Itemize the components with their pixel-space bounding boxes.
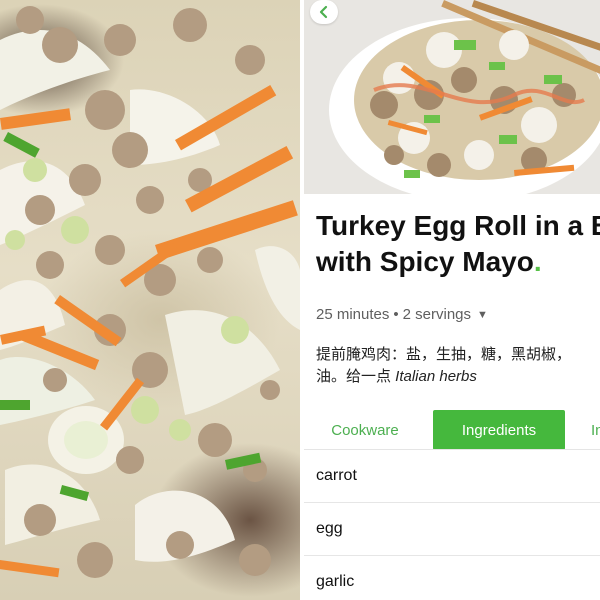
recipe-note-line2: 油。给一点: [316, 368, 396, 385]
tab-instructions[interactable]: In: [591, 410, 600, 450]
caret-down-icon: ▼: [477, 308, 488, 321]
food-photo-left: [0, 0, 300, 600]
back-button[interactable]: [310, 0, 338, 24]
ingredients-list: carrot egg garlic: [304, 450, 600, 600]
food-photo-illustration: [0, 6, 300, 578]
ingredient-row[interactable]: garlic: [304, 556, 600, 600]
bowl-illustration: [304, 0, 600, 194]
recipe-note: 提前腌鸡肉：盐，生抽，糖，黑胡椒， 油。给一点 Italian herbs: [316, 344, 600, 388]
recipe-tabs: Cookware Ingredients In: [304, 410, 600, 450]
ingredient-row[interactable]: carrot: [304, 450, 600, 503]
recipe-title-line1: Turkey Egg Roll in a B: [316, 210, 600, 241]
title-dot: .: [533, 246, 542, 277]
recipe-title: Turkey Egg Roll in a B with Spicy Mayo.: [316, 208, 600, 280]
recipe-note-italic: Italian herbs: [395, 368, 477, 385]
recipe-title-line2: with Spicy Mayo: [316, 246, 534, 277]
meta-separator: •: [393, 306, 399, 323]
ingredient-row[interactable]: egg: [304, 503, 600, 556]
servings-selector[interactable]: 2 servings: [403, 306, 471, 323]
cook-time: 25 minutes: [316, 306, 390, 323]
tab-cookware[interactable]: Cookware: [304, 410, 426, 450]
recipe-hero-image: [304, 0, 600, 194]
recipe-note-line1: 提前腌鸡肉：盐，生抽，糖，黑胡椒，: [316, 346, 572, 363]
recipe-detail-panel: Turkey Egg Roll in a B with Spicy Mayo. …: [304, 0, 600, 600]
recipe-meta[interactable]: 25 minutes • 2 servings ▼: [316, 306, 488, 323]
chevron-left-icon: [319, 5, 328, 19]
tab-ingredients[interactable]: Ingredients: [433, 410, 565, 450]
